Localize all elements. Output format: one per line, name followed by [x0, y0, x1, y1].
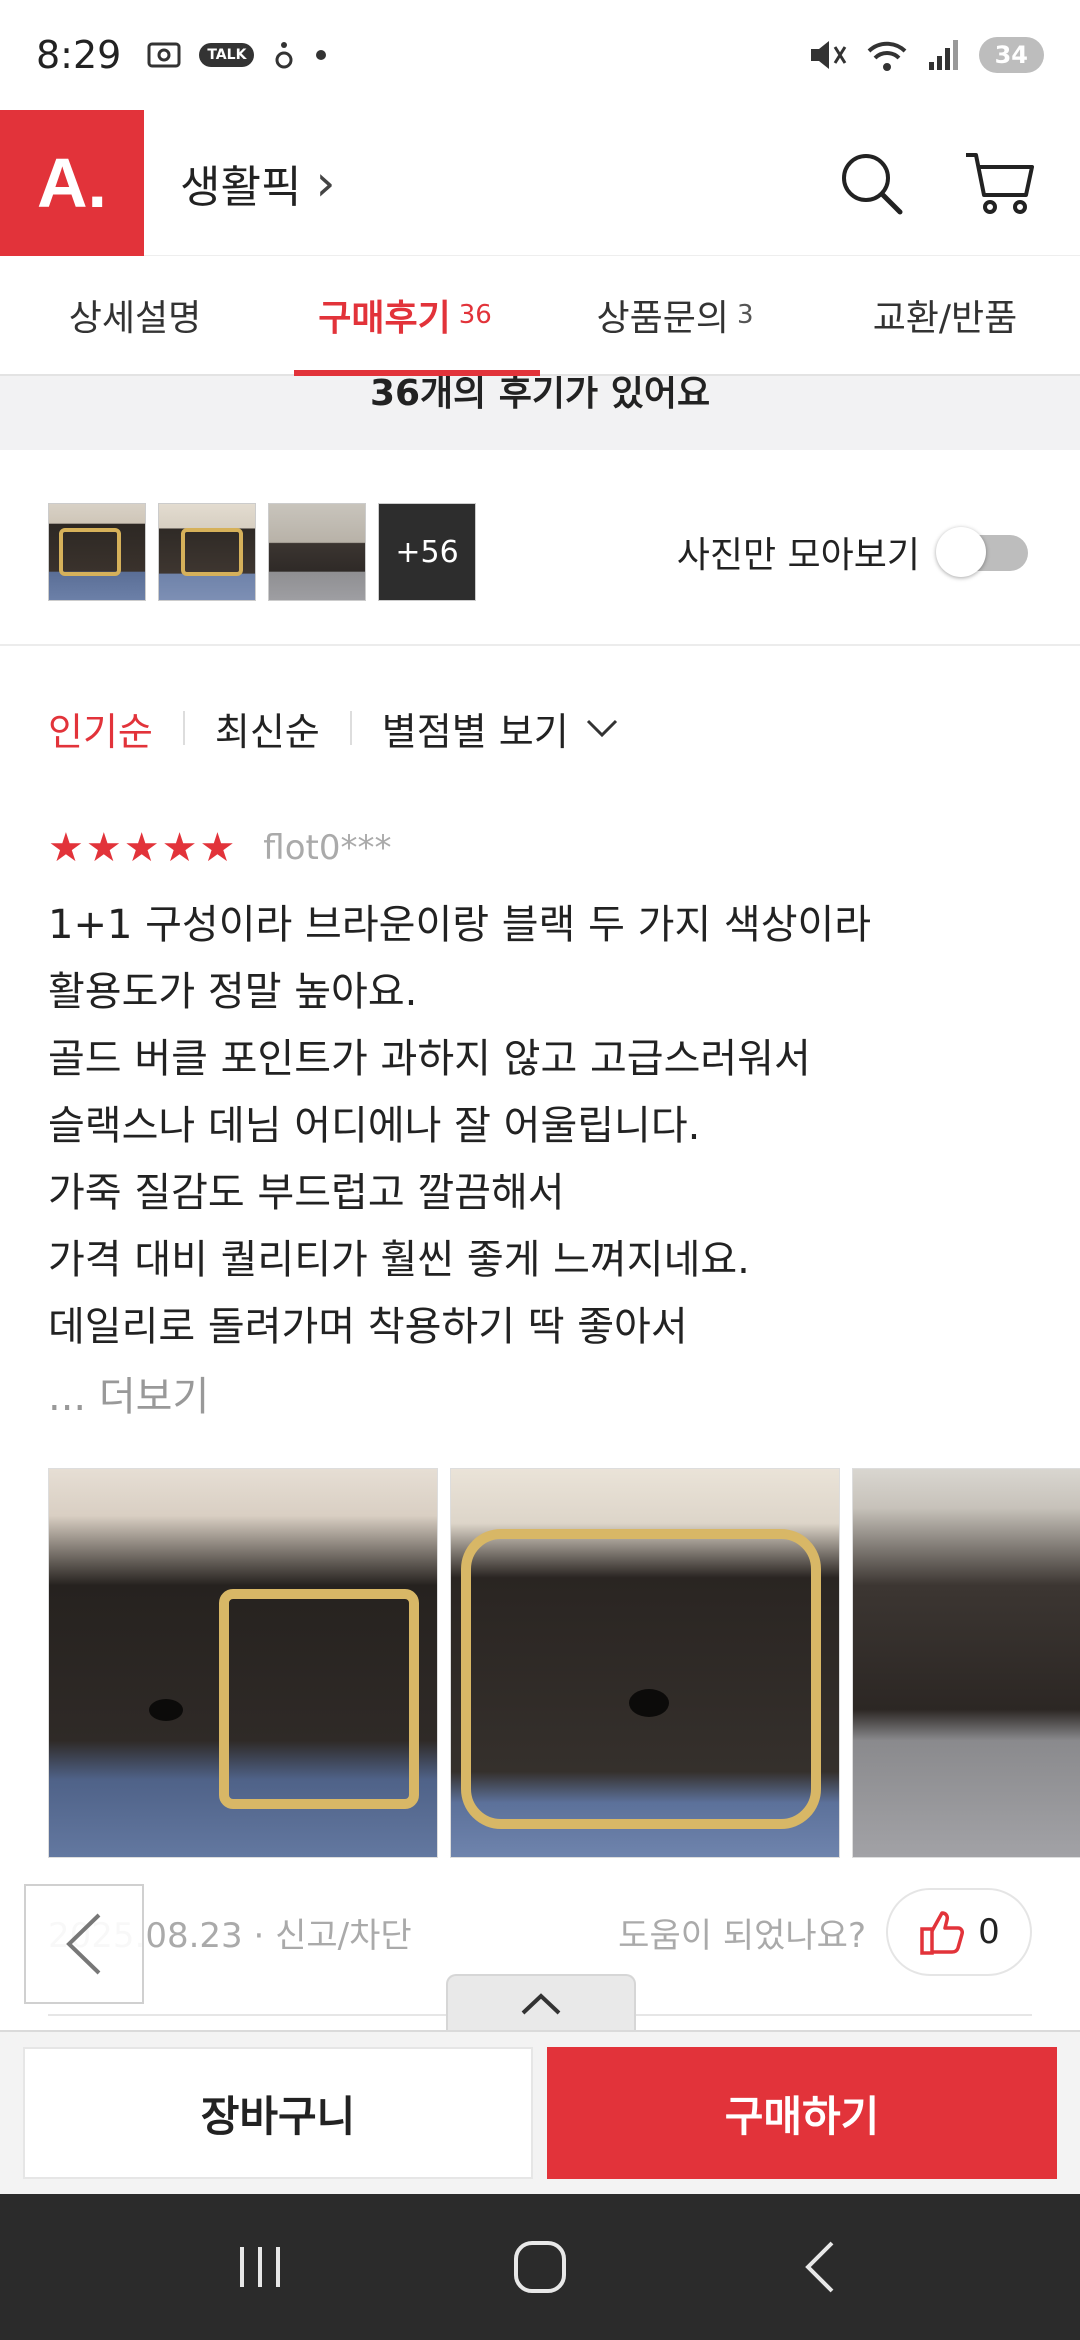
tab-inquiries[interactable]: 상품문의 3: [540, 256, 810, 374]
app-header: A. 생활픽 ›: [0, 109, 1080, 256]
expand-options-handle[interactable]: [446, 1974, 636, 2032]
review-count-text: 36개의 후기가 있어요: [369, 376, 711, 414]
sort-divider: [349, 711, 352, 745]
tab-inquiries-count: 3: [736, 300, 754, 330]
category-title[interactable]: 생활픽 ›: [180, 151, 335, 215]
thumbs-up-icon: [920, 1911, 965, 1955]
helpful-count: 0: [978, 1912, 1000, 1952]
review-photo-thumb[interactable]: [48, 503, 146, 601]
more-photos-button[interactable]: +56: [378, 503, 476, 601]
review-line: 가죽 질감도 부드럽고 깔끔해서: [48, 1170, 565, 1216]
review-photo[interactable]: [852, 1468, 1080, 1858]
recent-apps-button[interactable]: [210, 2217, 310, 2317]
star-icon: ★: [48, 825, 84, 871]
review-line: 슬랙스나 데님 어디에나 잘 어울립니다.: [48, 1103, 701, 1149]
review-line: 활용도가 정말 높아요.: [48, 969, 418, 1015]
review-photo-thumb[interactable]: [268, 503, 366, 601]
read-more-link[interactable]: ... 더보기: [48, 1367, 1080, 1427]
review-photo[interactable]: [450, 1468, 840, 1858]
star-icon: ★: [85, 825, 122, 871]
rating-filter-label: 별점별 보기: [381, 709, 569, 754]
review-footer: 2025.08.23 · 신고/차단 도움이 되었나요? 0: [48, 1880, 1032, 1984]
chevron-right-icon: ›: [315, 153, 336, 212]
review-line: 가격 대비 퀄리티가 훨씬 좋게 느껴지네요.: [48, 1237, 750, 1283]
signal-icon: [928, 40, 958, 70]
home-button[interactable]: [490, 2217, 590, 2317]
star-icon: ★: [123, 825, 160, 871]
photo-only-label: 사진만 모아보기: [676, 535, 920, 576]
star-rating: ★ ★ ★ ★ ★: [48, 828, 235, 868]
recent-apps-icon: [240, 2247, 280, 2287]
review-count-banner: 36개의 후기가 있어요: [0, 376, 1080, 450]
search-icon[interactable]: [838, 150, 904, 216]
home-icon: [514, 2241, 566, 2293]
app-logo[interactable]: A.: [0, 109, 144, 256]
star-icon: ★: [161, 825, 198, 871]
purchase-action-bar: 장바구니 구매하기: [0, 2030, 1080, 2194]
product-tabs: 상세설명 구매후기 36 상품문의 3 교환/반품: [0, 256, 1080, 376]
buy-now-button[interactable]: 구매하기: [547, 2047, 1057, 2179]
review-item: ★ ★ ★ ★ ★ flot0*** 1+1 구성이라 브라운이랑 블랙 두 가…: [48, 820, 1080, 1427]
rating-filter-dropdown[interactable]: 별점별 보기: [382, 701, 619, 756]
more-dot-icon: [316, 50, 327, 60]
review-line: 데일리로 돌려가며 착용하기 딱 좋아서: [48, 1304, 688, 1350]
reviewer-id: flot0***: [263, 828, 392, 868]
talk-icon: TALK: [199, 43, 255, 67]
tab-details-label: 상세설명: [68, 298, 202, 339]
chevron-down-icon: [586, 719, 617, 738]
tab-exchange-return[interactable]: 교환/반품: [810, 256, 1080, 374]
app-notification-icon: [275, 42, 293, 69]
mute-icon: [810, 41, 846, 69]
header-actions: [838, 149, 1080, 217]
review-sort-options: 인기순 최신순 별점별 보기: [0, 692, 1080, 764]
more-photos-count: +56: [395, 534, 459, 570]
photo-only-toggle[interactable]: [936, 527, 1032, 577]
helpful-button[interactable]: 0: [886, 1888, 1032, 1976]
notification-icons: TALK: [147, 40, 328, 70]
system-navigation-bar: [0, 2194, 1080, 2340]
review-line: 골드 버클 포인트가 과하지 않고 고급스러워서: [48, 1036, 811, 1082]
system-back-button[interactable]: [770, 2217, 870, 2317]
chevron-left-icon: [66, 1913, 101, 1975]
tab-reviews-label: 구매후기: [318, 298, 451, 339]
review-meta: ★ ★ ★ ★ ★ flot0***: [48, 820, 1080, 876]
status-time: 8:29: [36, 33, 122, 77]
sort-divider: [182, 711, 185, 745]
review-photo-thumb[interactable]: [158, 503, 256, 601]
review-body: 1+1 구성이라 브라운이랑 블랙 두 가지 색상이라 활용도가 정말 높아요.…: [48, 892, 1032, 1361]
tab-reviews[interactable]: 구매후기 36: [270, 256, 540, 376]
star-icon: ★: [199, 825, 236, 871]
tab-exchange-return-label: 교환/반품: [872, 298, 1018, 339]
category-title-text: 생활픽: [180, 161, 302, 213]
add-to-cart-button[interactable]: 장바구니: [23, 2047, 533, 2179]
status-bar: 8:29 TALK 34: [0, 0, 1080, 110]
tab-inquiries-label: 상품문의: [596, 298, 729, 339]
back-button[interactable]: [24, 1884, 144, 2004]
chevron-up-icon: [521, 1993, 561, 2015]
system-status-icons: 34: [807, 37, 1044, 73]
review-photo[interactable]: [48, 1468, 438, 1858]
review-photos: [48, 1468, 1080, 1858]
sort-popular[interactable]: 인기순: [48, 701, 153, 756]
battery-indicator: 34: [978, 37, 1044, 73]
photo-only-filter: 사진만 모아보기: [677, 526, 1032, 578]
review-photo-strip: +56 사진만 모아보기: [0, 460, 1080, 646]
helpful-question: 도움이 되었나요?: [618, 1915, 866, 1956]
sort-latest[interactable]: 최신순: [215, 701, 320, 756]
wifi-icon: [867, 41, 906, 71]
tab-details[interactable]: 상세설명: [0, 256, 270, 374]
tab-reviews-count: 36: [458, 300, 492, 330]
screenshot-icon: [147, 42, 181, 68]
cart-icon[interactable]: [964, 149, 1036, 217]
review-line: 1+1 구성이라 브라운이랑 블랙 두 가지 색상이라: [48, 902, 872, 948]
system-back-icon: [805, 2241, 834, 2293]
